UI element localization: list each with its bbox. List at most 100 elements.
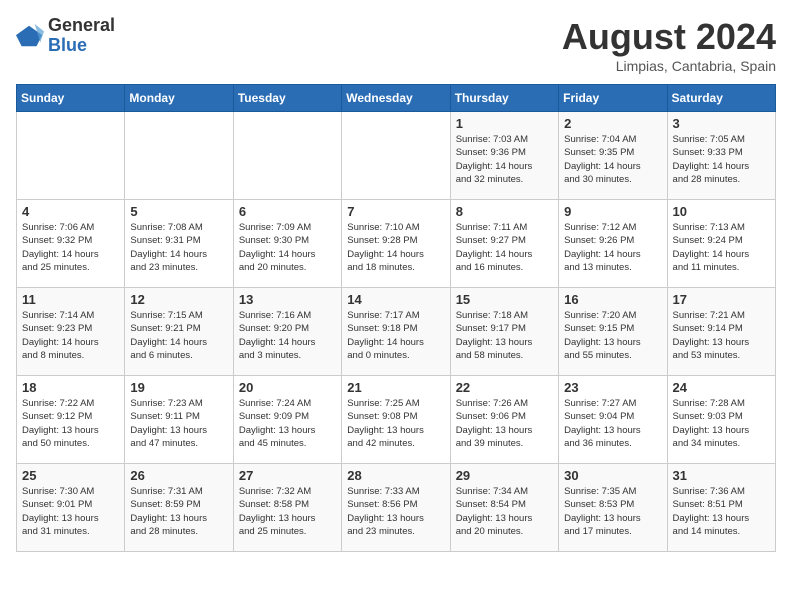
day-info: Sunrise: 7:27 AM Sunset: 9:04 PM Dayligh… (564, 397, 661, 450)
day-info: Sunrise: 7:04 AM Sunset: 9:35 PM Dayligh… (564, 133, 661, 186)
calendar-cell: 24Sunrise: 7:28 AM Sunset: 9:03 PM Dayli… (667, 376, 775, 464)
calendar-cell: 13 Sunrise: 7:16 AM Sunset: 9:20 PM Dayli… (233, 288, 341, 376)
day-info: Sunrise: 7:26 AM Sunset: 9:06 PM Dayligh… (456, 397, 553, 450)
day-number: 27 (239, 468, 336, 483)
week-row-3: 18 Sunrise: 7:22 AM Sunset: 9:12 PM Dayli… (17, 376, 776, 464)
month-year-title: August 2024 (562, 16, 776, 58)
day-info: Sunrise: 7:36 AM Sunset: 8:51 PM Dayligh… (673, 485, 770, 538)
day-info: Sunrise: 7:06 AM Sunset: 9:32 PM Dayligh… (22, 221, 119, 274)
day-number: 25 (22, 468, 119, 483)
calendar-cell: 31 Sunrise: 7:36 AM Sunset: 8:51 PM Dayli… (667, 464, 775, 552)
day-number: 2 (564, 116, 661, 131)
logo: General Blue (16, 16, 115, 56)
col-header-wednesday: Wednesday (342, 85, 450, 112)
logo-text: General Blue (48, 16, 115, 56)
calendar-cell: 2 Sunrise: 7:04 AM Sunset: 9:35 PM Daylig… (559, 112, 667, 200)
week-row-1: 4 Sunrise: 7:06 AM Sunset: 9:32 PM Daylig… (17, 200, 776, 288)
week-row-4: 25Sunrise: 7:30 AM Sunset: 9:01 PM Dayli… (17, 464, 776, 552)
day-number: 18 (22, 380, 119, 395)
day-number: 12 (130, 292, 227, 307)
day-info: Sunrise: 7:17 AM Sunset: 9:18 PM Dayligh… (347, 309, 444, 362)
calendar-cell: 12Sunrise: 7:15 AM Sunset: 9:21 PM Dayli… (125, 288, 233, 376)
location-subtitle: Limpias, Cantabria, Spain (562, 58, 776, 74)
day-info: Sunrise: 7:10 AM Sunset: 9:28 PM Dayligh… (347, 221, 444, 274)
day-number: 10 (673, 204, 770, 219)
calendar-cell: 17Sunrise: 7:21 AM Sunset: 9:14 PM Dayli… (667, 288, 775, 376)
logo-blue-text: Blue (48, 36, 115, 56)
calendar-cell: 21 Sunrise: 7:25 AM Sunset: 9:08 PM Dayli… (342, 376, 450, 464)
day-number: 9 (564, 204, 661, 219)
day-number: 23 (564, 380, 661, 395)
day-info: Sunrise: 7:13 AM Sunset: 9:24 PM Dayligh… (673, 221, 770, 274)
day-number: 3 (673, 116, 770, 131)
day-info: Sunrise: 7:28 AM Sunset: 9:03 PM Dayligh… (673, 397, 770, 450)
calendar-cell: 30 Sunrise: 7:35 AM Sunset: 8:53 PM Dayli… (559, 464, 667, 552)
day-info: Sunrise: 7:03 AM Sunset: 9:36 PM Dayligh… (456, 133, 553, 186)
day-number: 14 (347, 292, 444, 307)
calendar-header: SundayMondayTuesdayWednesdayThursdayFrid… (17, 85, 776, 112)
calendar-cell: 27 Sunrise: 7:32 AM Sunset: 8:58 PM Dayli… (233, 464, 341, 552)
calendar-cell: 23 Sunrise: 7:27 AM Sunset: 9:04 PM Dayli… (559, 376, 667, 464)
col-header-saturday: Saturday (667, 85, 775, 112)
day-number: 16 (564, 292, 661, 307)
calendar-cell: 29 Sunrise: 7:34 AM Sunset: 8:54 PM Dayli… (450, 464, 558, 552)
day-info: Sunrise: 7:14 AM Sunset: 9:23 PM Dayligh… (22, 309, 119, 362)
day-info: Sunrise: 7:34 AM Sunset: 8:54 PM Dayligh… (456, 485, 553, 538)
day-number: 26 (130, 468, 227, 483)
day-number: 30 (564, 468, 661, 483)
col-header-sunday: Sunday (17, 85, 125, 112)
calendar-cell: 15 Sunrise: 7:18 AM Sunset: 9:17 PM Dayli… (450, 288, 558, 376)
day-info: Sunrise: 7:18 AM Sunset: 9:17 PM Dayligh… (456, 309, 553, 362)
calendar-cell: 1 Sunrise: 7:03 AM Sunset: 9:36 PM Daylig… (450, 112, 558, 200)
day-number: 21 (347, 380, 444, 395)
day-number: 28 (347, 468, 444, 483)
day-info: Sunrise: 7:16 AM Sunset: 9:20 PM Dayligh… (239, 309, 336, 362)
day-number: 8 (456, 204, 553, 219)
week-row-2: 11 Sunrise: 7:14 AM Sunset: 9:23 PM Dayli… (17, 288, 776, 376)
calendar-cell: 22Sunrise: 7:26 AM Sunset: 9:06 PM Dayli… (450, 376, 558, 464)
page-header: General Blue August 2024 Limpias, Cantab… (16, 16, 776, 74)
calendar-cell: 26 Sunrise: 7:31 AM Sunset: 8:59 PM Dayli… (125, 464, 233, 552)
calendar-table: SundayMondayTuesdayWednesdayThursdayFrid… (16, 84, 776, 552)
day-number: 29 (456, 468, 553, 483)
col-header-friday: Friday (559, 85, 667, 112)
calendar-cell: 7 Sunrise: 7:10 AM Sunset: 9:28 PM Daylig… (342, 200, 450, 288)
day-info: Sunrise: 7:08 AM Sunset: 9:31 PM Dayligh… (130, 221, 227, 274)
calendar-cell: 9 Sunrise: 7:12 AM Sunset: 9:26 PM Daylig… (559, 200, 667, 288)
day-number: 5 (130, 204, 227, 219)
calendar-cell: 16 Sunrise: 7:20 AM Sunset: 9:15 PM Dayli… (559, 288, 667, 376)
day-info: Sunrise: 7:20 AM Sunset: 9:15 PM Dayligh… (564, 309, 661, 362)
day-info: Sunrise: 7:32 AM Sunset: 8:58 PM Dayligh… (239, 485, 336, 538)
day-number: 1 (456, 116, 553, 131)
day-number: 4 (22, 204, 119, 219)
day-info: Sunrise: 7:35 AM Sunset: 8:53 PM Dayligh… (564, 485, 661, 538)
calendar-cell: 5 Sunrise: 7:08 AM Sunset: 9:31 PM Daylig… (125, 200, 233, 288)
calendar-cell: 3Sunrise: 7:05 AM Sunset: 9:33 PM Daylig… (667, 112, 775, 200)
calendar-body: 1 Sunrise: 7:03 AM Sunset: 9:36 PM Daylig… (17, 112, 776, 552)
day-number: 13 (239, 292, 336, 307)
calendar-cell: 28Sunrise: 7:33 AM Sunset: 8:56 PM Dayli… (342, 464, 450, 552)
calendar-cell: 19 Sunrise: 7:23 AM Sunset: 9:11 PM Dayli… (125, 376, 233, 464)
calendar-cell: 11 Sunrise: 7:14 AM Sunset: 9:23 PM Dayli… (17, 288, 125, 376)
day-info: Sunrise: 7:22 AM Sunset: 9:12 PM Dayligh… (22, 397, 119, 450)
calendar-cell: 8 Sunrise: 7:11 AM Sunset: 9:27 PM Daylig… (450, 200, 558, 288)
day-info: Sunrise: 7:25 AM Sunset: 9:08 PM Dayligh… (347, 397, 444, 450)
day-number: 7 (347, 204, 444, 219)
calendar-cell (17, 112, 125, 200)
day-info: Sunrise: 7:11 AM Sunset: 9:27 PM Dayligh… (456, 221, 553, 274)
day-info: Sunrise: 7:31 AM Sunset: 8:59 PM Dayligh… (130, 485, 227, 538)
day-info: Sunrise: 7:12 AM Sunset: 9:26 PM Dayligh… (564, 221, 661, 274)
calendar-cell: 14 Sunrise: 7:17 AM Sunset: 9:18 PM Dayli… (342, 288, 450, 376)
col-header-tuesday: Tuesday (233, 85, 341, 112)
day-number: 17 (673, 292, 770, 307)
day-number: 31 (673, 468, 770, 483)
day-number: 6 (239, 204, 336, 219)
day-number: 20 (239, 380, 336, 395)
logo-icon (16, 22, 44, 50)
week-row-0: 1 Sunrise: 7:03 AM Sunset: 9:36 PM Daylig… (17, 112, 776, 200)
day-number: 19 (130, 380, 227, 395)
day-number: 15 (456, 292, 553, 307)
day-info: Sunrise: 7:23 AM Sunset: 9:11 PM Dayligh… (130, 397, 227, 450)
day-number: 11 (22, 292, 119, 307)
calendar-cell: 6Sunrise: 7:09 AM Sunset: 9:30 PM Daylig… (233, 200, 341, 288)
